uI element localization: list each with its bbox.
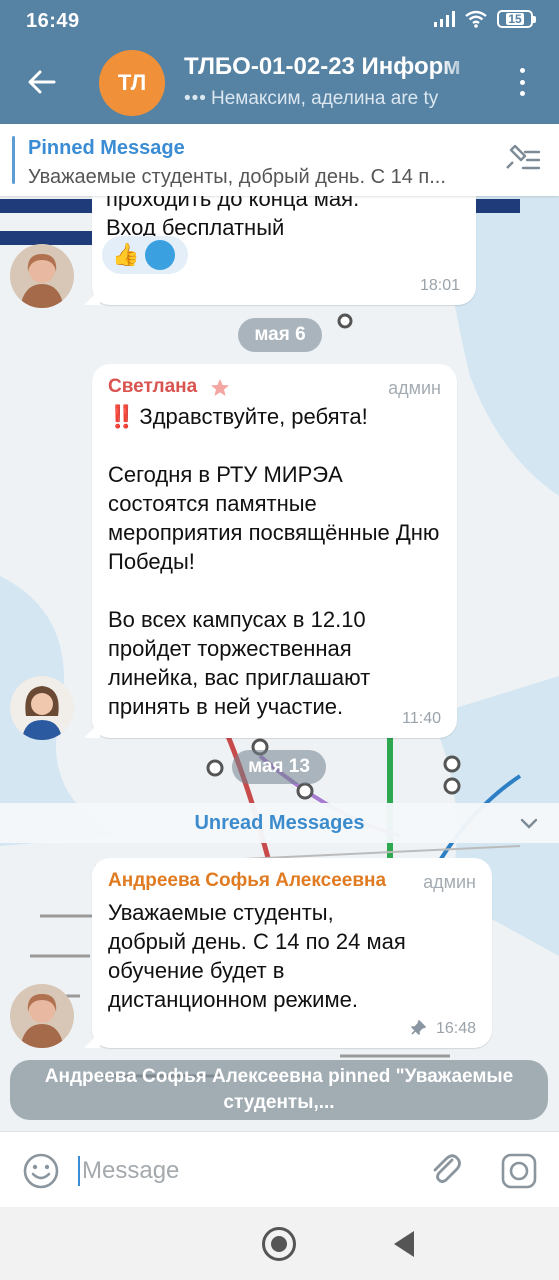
attach-icon[interactable] bbox=[426, 1150, 466, 1190]
camera-icon[interactable] bbox=[500, 1152, 538, 1190]
date-separator: мая 6 bbox=[238, 318, 322, 352]
message-text: Уважаемые студенты, добрый день. С 14 по… bbox=[108, 900, 406, 1012]
unread-label: Unread Messages bbox=[194, 811, 365, 834]
text-caret bbox=[78, 1156, 80, 1186]
battery-level: 15 bbox=[506, 12, 524, 26]
reactions[interactable]: 👍 bbox=[102, 236, 188, 274]
thumbs-up-icon: 👍 bbox=[112, 242, 140, 267]
message-placeholder: Message bbox=[82, 1157, 180, 1184]
sender-name[interactable]: Андреева Софья Алексеевна bbox=[108, 870, 386, 892]
pinned-text: Уважаемые студенты, добрый день. С 14 п.… bbox=[28, 166, 446, 188]
message-text: Здравствуйте, ребята! Сегодня в РТУ МИРЭ… bbox=[108, 404, 440, 719]
typing-dots-icon: ••• bbox=[184, 88, 207, 109]
back-button[interactable] bbox=[22, 62, 62, 102]
chat-subtitle: ••• Немаксим, аделина are ty bbox=[184, 88, 484, 110]
status-icons: 15 bbox=[434, 10, 536, 28]
service-message[interactable]: Андреева Софья Алексеевна pinned "Уважае… bbox=[10, 1060, 548, 1120]
avatar[interactable] bbox=[10, 676, 74, 740]
message-composer: Message bbox=[0, 1131, 559, 1207]
wifi-icon bbox=[465, 10, 487, 28]
message-bubble[interactable]: проходить до конца мая. Вход бесплатный … bbox=[92, 196, 476, 305]
chevron-down-icon[interactable] bbox=[519, 813, 539, 833]
more-menu-button[interactable] bbox=[507, 64, 537, 100]
chat-header: ТЛ ТЛБО-01-02-23 Информ ••• Немаксим, аде… bbox=[0, 44, 559, 124]
pinned-indicator bbox=[12, 136, 15, 184]
message-bubble[interactable]: Светлана админ ‼️ Здравствуйте, ребята! … bbox=[92, 364, 457, 738]
pinned-title: Pinned Message bbox=[28, 137, 185, 159]
date-separator: мая 13 bbox=[232, 750, 326, 784]
unread-separator: Unread Messages bbox=[0, 803, 559, 843]
message-body: ‼️ Здравствуйте, ребята! Сегодня в РТУ М… bbox=[108, 402, 448, 721]
emoji-icon[interactable] bbox=[22, 1152, 60, 1190]
avatar[interactable] bbox=[10, 984, 74, 1048]
message-time: 16:48 bbox=[435, 1020, 476, 1037]
status-bar: 16:49 15 bbox=[0, 0, 559, 44]
chat-title[interactable]: ТЛБО-01-02-23 Информ bbox=[184, 53, 484, 81]
typing-status: Немаксим, аделина are ty bbox=[210, 88, 439, 109]
back-nav-icon[interactable] bbox=[394, 1231, 414, 1257]
app-header: 16:49 15 ТЛ ТЛБО-01-02-23 Информ ••• Нема… bbox=[0, 0, 559, 124]
message-input[interactable]: Message bbox=[78, 1154, 408, 1188]
message-list[interactable]: проходить до конца мая. Вход бесплатный … bbox=[0, 196, 559, 1131]
admin-badge: админ bbox=[423, 872, 476, 892]
sender-name[interactable]: Светлана bbox=[108, 376, 197, 398]
avatar[interactable] bbox=[10, 244, 74, 308]
pin-list-icon bbox=[506, 144, 541, 170]
pinned-message-bar[interactable]: Pinned Message Уважаемые студенты, добры… bbox=[0, 124, 559, 196]
battery-icon: 15 bbox=[497, 10, 536, 28]
message-bubble[interactable]: Андреева Софья Алексеевна админ Уважаемы… bbox=[92, 858, 492, 1048]
signal-icon bbox=[434, 11, 455, 27]
status-time: 16:49 bbox=[26, 10, 80, 32]
pinned-list-button[interactable] bbox=[501, 142, 541, 178]
star-icon bbox=[211, 379, 229, 396]
reaction-avatar-icon bbox=[145, 240, 176, 270]
message-time: 18:01 bbox=[419, 277, 460, 294]
chat-avatar[interactable]: ТЛ bbox=[99, 50, 165, 116]
home-button[interactable] bbox=[262, 1227, 296, 1261]
admin-badge: админ bbox=[388, 378, 441, 398]
pin-icon bbox=[411, 1020, 426, 1035]
message-time: 11:40 bbox=[402, 710, 441, 727]
system-navbar bbox=[0, 1207, 559, 1280]
arrow-left-icon bbox=[28, 70, 56, 94]
double-exclamation-icon: ‼️ bbox=[108, 404, 136, 429]
